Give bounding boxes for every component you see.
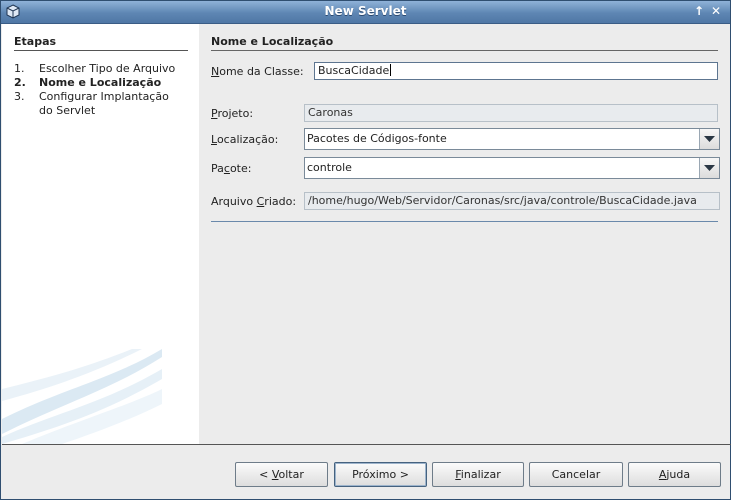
step-name-location: 2. Nome e Localização [14, 76, 194, 90]
project-field: Caronas [304, 104, 718, 122]
cancel-button[interactable]: Cancelar [529, 462, 623, 487]
form-heading: Nome e Localização [211, 35, 718, 51]
next-button[interactable]: Próximo > [334, 462, 427, 487]
step-label-line2: do Servlet [39, 104, 96, 117]
step-configure-deployment: 3. Configurar Implantação do Servlet [14, 90, 194, 118]
form-panel: Nome e Localização Nome da Classe: Busca… [199, 24, 730, 444]
window-title: New Servlet [324, 4, 407, 18]
close-icon[interactable]: ✕ [711, 4, 721, 18]
step-number: 2. [14, 76, 26, 89]
package-value[interactable]: controle [307, 161, 352, 174]
step-number: 1. [14, 62, 25, 75]
created-file-field: /home/hugo/Web/Servidor/Caronas/src/java… [304, 192, 720, 210]
help-button[interactable]: Ajuda [628, 462, 721, 487]
location-label: Localização: [211, 133, 279, 146]
class-name-input[interactable]: BuscaCidade [314, 62, 718, 80]
steps-panel: Etapas 1. Escolher Tipo de Arquivo 2. No… [2, 24, 199, 444]
step-label: Nome e Localização [39, 76, 162, 89]
back-button[interactable]: < Voltar [235, 462, 328, 487]
chevron-down-icon[interactable] [699, 158, 719, 178]
package-label: Pacote: [211, 162, 252, 175]
steps-list: 1. Escolher Tipo de Arquivo 2. Nome e Lo… [14, 62, 194, 118]
footer-divider [2, 444, 731, 445]
steps-heading: Etapas [14, 35, 188, 51]
section-divider [211, 221, 718, 222]
step-label: Escolher Tipo de Arquivo [39, 62, 176, 75]
step-number: 3. [14, 90, 25, 103]
location-value: Pacotes de Códigos-fonte [307, 132, 447, 145]
package-combobox[interactable]: controle [304, 157, 720, 179]
new-servlet-dialog: New Servlet ↑ ✕ Etapas 1. Escolher Tipo … [0, 0, 731, 500]
finish-button[interactable]: Finalizar [432, 462, 524, 487]
minimize-icon[interactable]: ↑ [694, 4, 704, 18]
step-choose-file-type: 1. Escolher Tipo de Arquivo [14, 62, 194, 76]
title-bar[interactable]: New Servlet ↑ ✕ [1, 1, 730, 24]
decorative-swoosh-image [2, 349, 162, 444]
location-dropdown[interactable]: Pacotes de Códigos-fonte [304, 128, 720, 150]
chevron-down-icon[interactable] [699, 129, 719, 149]
step-label: Configurar Implantação [39, 90, 169, 103]
project-label: Projeto: [211, 107, 254, 120]
created-file-label: Arquivo Criado: [211, 195, 297, 208]
class-name-label: Nome da Classe: [211, 65, 304, 78]
